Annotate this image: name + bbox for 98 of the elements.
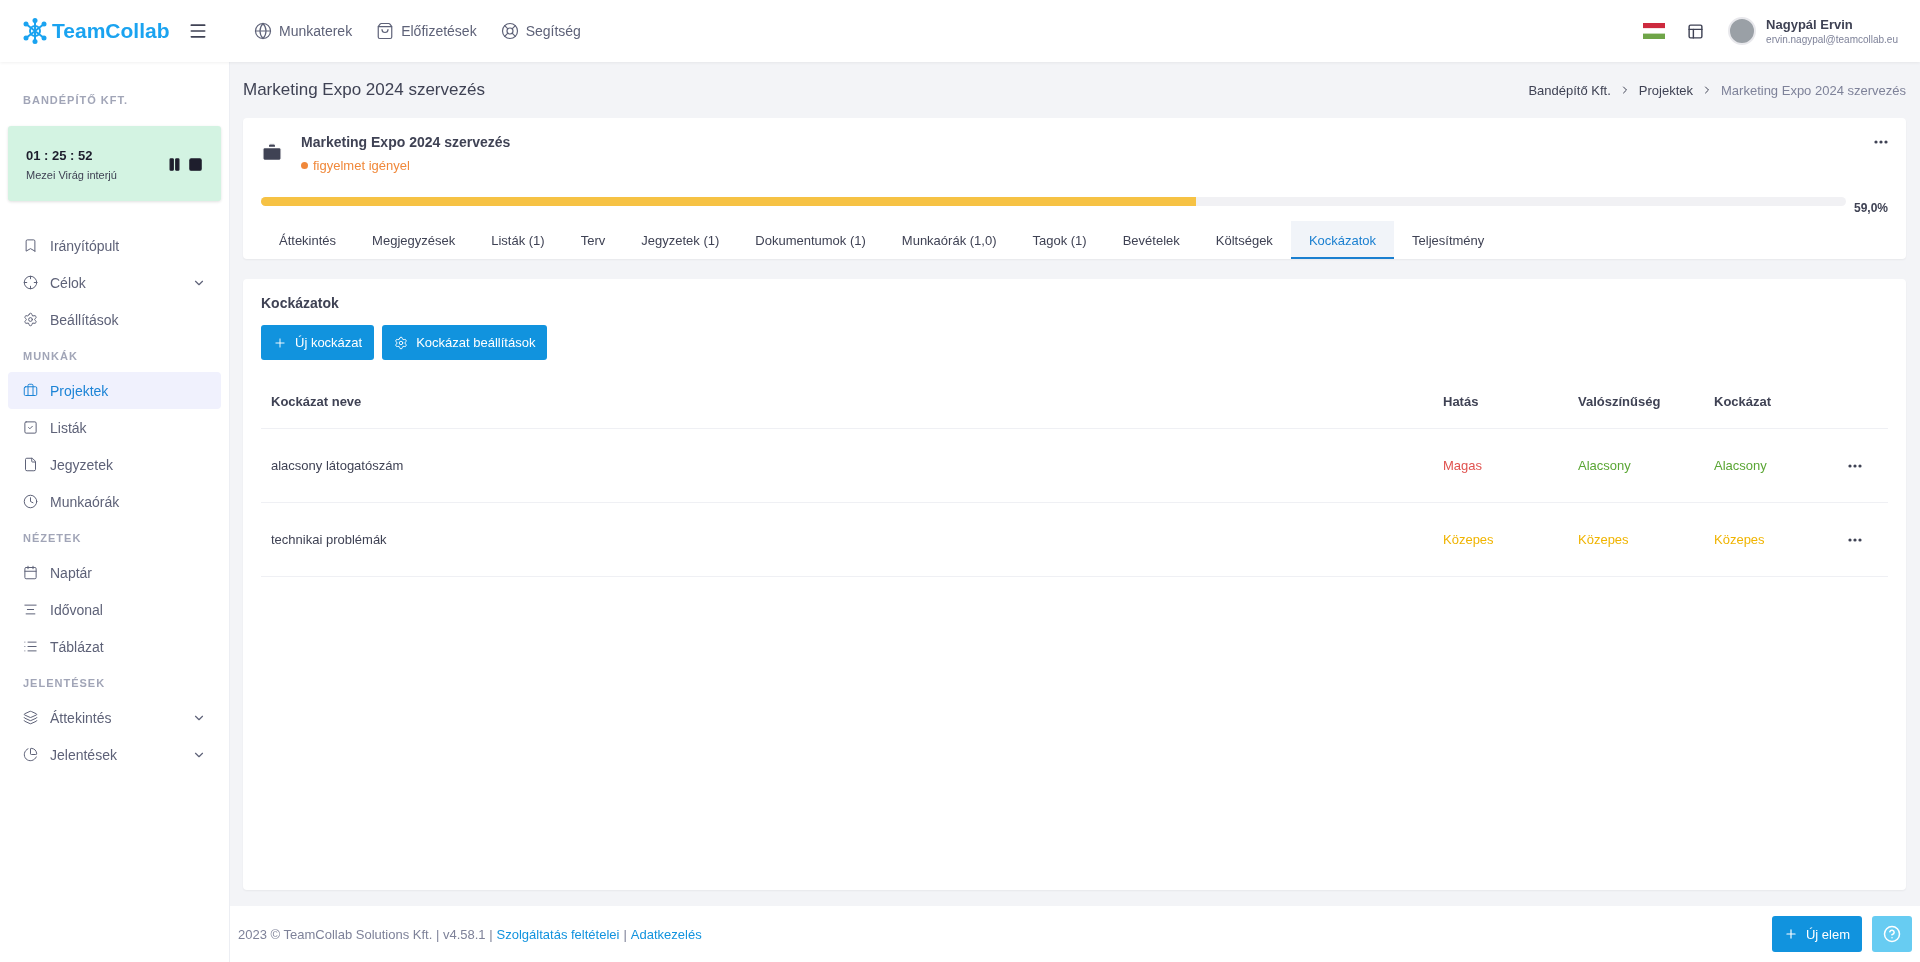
lines-icon — [23, 602, 38, 617]
footer-link[interactable]: Adatkezelés — [630, 926, 702, 942]
card-title: Kockázatok — [261, 295, 340, 311]
row-menu-button[interactable] — [1848, 463, 1862, 468]
breadcrumb-link[interactable]: Projektek — [1638, 82, 1693, 98]
more-icon — [1848, 463, 1862, 468]
table-cell: Közepes — [1568, 503, 1704, 577]
tab[interactable]: Költségek — [1197, 221, 1291, 259]
pie-chart-icon — [23, 747, 38, 762]
section-heading: MUNKÁK — [22, 349, 79, 364]
lifebuoy-icon — [500, 22, 519, 40]
logo-icon — [22, 18, 48, 44]
stop-icon — [188, 157, 203, 172]
briefcase-icon — [261, 142, 283, 164]
settings-icon — [23, 312, 38, 327]
nav-link[interactable]: Munkaterek — [254, 22, 353, 40]
action-button[interactable]: Kockázat beállítások — [382, 325, 548, 360]
separator-text: | — [623, 926, 627, 942]
sidebar-item[interactable]: Jegyzetek — [8, 446, 221, 483]
timer-task: Mezei Virág interjú — [26, 169, 117, 181]
more-icon — [1874, 140, 1888, 144]
table-cell: Alacsony — [1568, 429, 1704, 503]
layout-icon — [1687, 22, 1705, 40]
sidebar-item[interactable]: Áttekintés — [8, 699, 221, 736]
bag-icon — [376, 22, 395, 40]
nav-link[interactable]: Előfizetések — [376, 22, 477, 40]
copyright-text: 2023 © TeamCollab Solutions Kft. | v4.58.1 | — [238, 926, 493, 942]
tab[interactable]: Munkaórák (1,0) — [883, 221, 1015, 259]
pause-icon — [167, 157, 182, 172]
menu-icon — [188, 21, 208, 41]
tab[interactable]: Áttekintés — [261, 221, 355, 259]
sidebar-item[interactable]: Jelentések — [8, 736, 221, 773]
tab[interactable]: Teljesítmény — [1394, 221, 1503, 259]
sidebar-item[interactable]: Célok — [8, 264, 221, 301]
help-icon — [1883, 925, 1901, 943]
footer-link[interactable]: Szolgáltatás feltételei — [496, 926, 620, 942]
menu-button[interactable] — [188, 21, 208, 41]
table-cell: Alacsony — [1704, 429, 1838, 503]
tab[interactable]: Jegyzetek (1) — [623, 221, 738, 259]
table-cell: Magas — [1433, 429, 1568, 503]
action-button[interactable]: Új kockázat — [261, 325, 375, 360]
nav-link[interactable]: Segítség — [500, 22, 581, 40]
sidebar-item[interactable]: Listák — [8, 409, 221, 446]
tab[interactable]: Bevételek — [1104, 221, 1198, 259]
briefcase-icon — [23, 383, 38, 398]
row-menu-button[interactable] — [1848, 537, 1862, 542]
column-header: Kockázat neve — [261, 374, 1433, 429]
sidebar-item[interactable]: Beállítások — [8, 301, 221, 338]
sidebar-item[interactable]: Idővonal — [8, 591, 221, 628]
progress-percent: 59,0% — [1853, 201, 1888, 215]
avatar[interactable] — [1728, 17, 1757, 45]
tab[interactable]: Listák (1) — [473, 221, 563, 259]
tab[interactable]: Dokumentumok (1) — [737, 221, 884, 259]
table-cell: technikai problémák — [261, 503, 1433, 577]
more-icon — [1848, 537, 1862, 542]
calendar-icon — [23, 565, 38, 580]
sidebar-item[interactable]: Naptár — [8, 554, 221, 591]
crosshair-icon — [23, 275, 38, 290]
checkbox-icon — [23, 420, 38, 435]
project-name: Marketing Expo 2024 szervezés — [301, 134, 512, 150]
sidebar-item[interactable]: Táblázat — [8, 628, 221, 665]
section-heading: JELENTÉSEK — [22, 676, 107, 691]
breadcrumb-link[interactable]: Marketing Expo 2024 szervezés — [1721, 82, 1906, 98]
column-header: Hatás — [1433, 374, 1568, 429]
clock-icon — [23, 494, 38, 509]
settings-icon — [394, 335, 409, 350]
sidebar-item[interactable]: Irányítópult — [8, 227, 221, 264]
file-icon — [23, 457, 38, 472]
plus-icon — [1783, 927, 1798, 941]
layers-icon — [23, 710, 38, 725]
tab[interactable]: Megjegyzések — [354, 221, 474, 259]
tab[interactable]: Terv — [562, 221, 624, 259]
timer-time: 01 : 25 : 52 — [26, 148, 94, 163]
flag-icon[interactable] — [1643, 23, 1666, 39]
bookmark-icon — [23, 238, 38, 253]
section-heading: NÉZETEK — [22, 531, 83, 546]
sidebar-item[interactable]: Munkaórák — [8, 483, 221, 520]
breadcrumb-link[interactable]: Bandépítő Kft. — [1528, 82, 1611, 98]
globe-icon — [254, 22, 272, 40]
status-dot — [301, 162, 308, 169]
page-title: Marketing Expo 2024 szervezés — [243, 80, 485, 100]
column-header: Kockázat — [1704, 374, 1838, 429]
column-header: Valószínűség — [1568, 374, 1704, 429]
more-button[interactable] — [1874, 140, 1888, 144]
tab[interactable]: Kockázatok — [1290, 221, 1395, 259]
user-name: Nagypál Ervin — [1766, 17, 1854, 32]
table-cell: alacsony látogatószám — [261, 429, 1433, 503]
sidebar-item[interactable]: Projektek — [8, 372, 221, 409]
table-cell: Közepes — [1704, 503, 1838, 577]
table-cell: Közepes — [1433, 503, 1568, 577]
user-email: ervin.nagypal@teamcollab.eu — [1766, 34, 1898, 45]
layout-button[interactable] — [1687, 22, 1705, 40]
status-text: figyelmet igényel — [313, 158, 410, 173]
new-item-button[interactable]: Új elem — [1771, 916, 1862, 952]
plus-icon — [273, 335, 287, 350]
company-name: BANDÉPÍTŐ KFT. — [22, 93, 130, 108]
tab[interactable]: Tagok (1) — [1014, 221, 1105, 259]
list-icon — [23, 639, 38, 654]
